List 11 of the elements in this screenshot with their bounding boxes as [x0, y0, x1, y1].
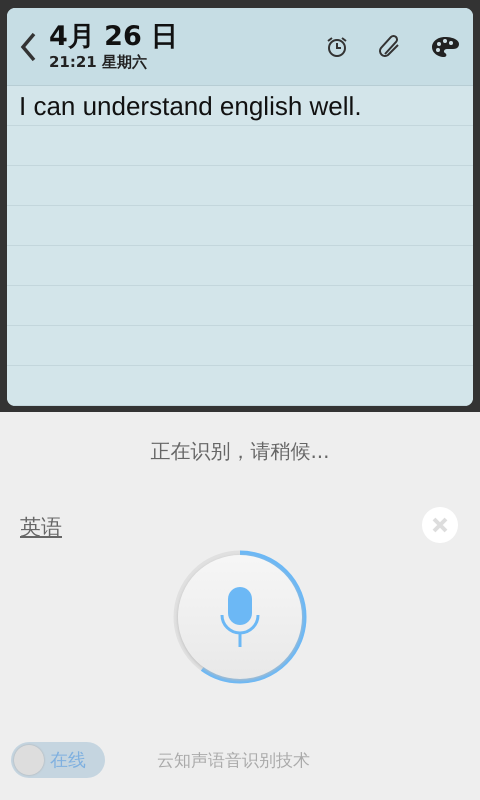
palette-icon[interactable] [431, 34, 459, 58]
back-icon[interactable] [19, 30, 37, 62]
microphone-icon [218, 585, 262, 649]
note-date: 4月 26 日 [49, 21, 178, 53]
language-link[interactable]: 英语 [20, 513, 62, 541]
status-text: 正在识别，请稍候... [150, 438, 330, 465]
note-text[interactable]: I can understand english well. [19, 86, 461, 126]
alarm-clock-icon[interactable] [325, 34, 349, 58]
note-time: 21:21 星期六 [49, 53, 148, 72]
close-icon [430, 515, 450, 535]
credit-text: 云知声语音识别技术 [157, 750, 310, 772]
